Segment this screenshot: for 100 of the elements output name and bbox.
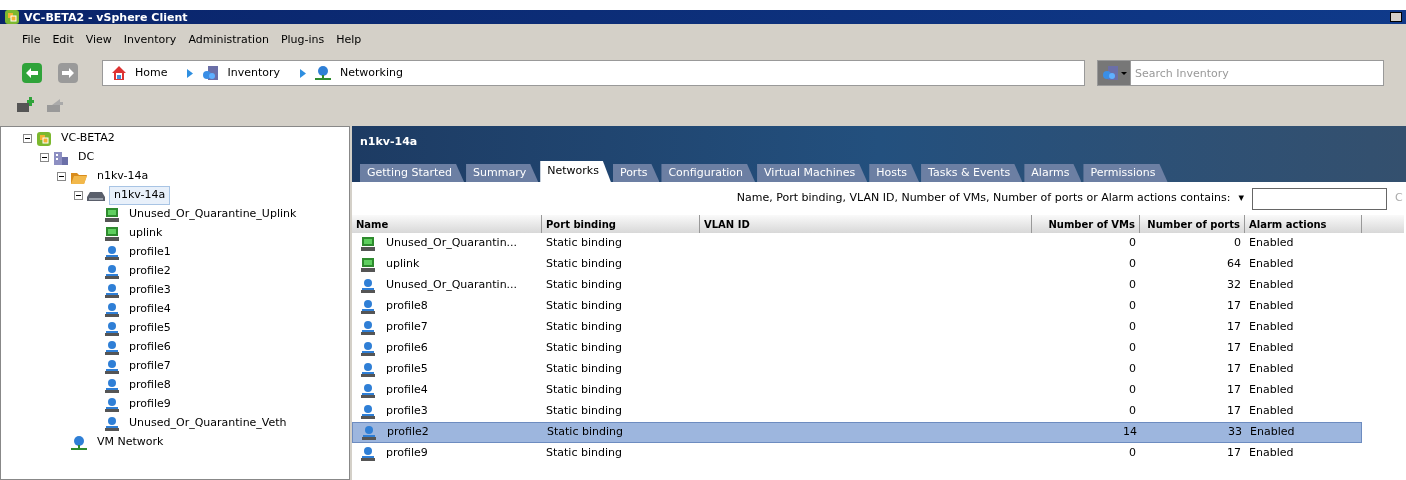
portgroup-icon (361, 424, 377, 441)
table-cell-text: Enabled (1248, 340, 1295, 357)
table-cell-text: Static binding (545, 319, 623, 336)
collapse-toggle[interactable] (74, 191, 83, 200)
tree-item[interactable]: profile6 (124, 338, 176, 357)
tab[interactable]: Networks (540, 161, 611, 182)
portgroup-icon (104, 415, 120, 432)
collapse-toggle[interactable] (40, 153, 49, 162)
filter-dropdown[interactable]: ▾ (1238, 190, 1244, 207)
table-row[interactable]: profile5 Static binding 0 17 Enabled (352, 359, 1362, 380)
collapse-toggle[interactable] (57, 172, 66, 181)
tab[interactable]: Summary (466, 164, 539, 182)
panel-title: n1kv-14a (360, 134, 419, 150)
tree-item[interactable]: profile9 (124, 395, 176, 414)
table-cell-text: 32 (1226, 277, 1242, 294)
table-row[interactable]: uplink Static binding 0 64 Enabled (352, 254, 1362, 275)
add-host-icon[interactable] (16, 97, 34, 113)
tree-item[interactable]: profile3 (124, 281, 176, 300)
menu-item[interactable]: Help (336, 31, 362, 49)
window-title: VC-BETA2 - vSphere Client (24, 11, 188, 23)
forward-button[interactable] (58, 63, 78, 83)
table-cell-text: 17 (1226, 361, 1242, 378)
menu-item[interactable]: Inventory (123, 31, 177, 49)
portgroup-icon (104, 358, 120, 375)
table-cell-text: 14 (1122, 424, 1138, 441)
menu-item[interactable]: View (85, 31, 112, 49)
tab[interactable]: Hosts (869, 164, 920, 182)
portgroup-icon (104, 320, 120, 337)
tree-item[interactable]: Unused_Or_Quarantine_Uplink (124, 205, 302, 224)
table-cell: profile4 (386, 382, 428, 399)
menu-item[interactable]: Edit (52, 31, 74, 49)
table-row[interactable]: profile6 Static binding 0 17 Enabled (352, 338, 1362, 359)
column-header[interactable]: Number of ports (1140, 215, 1245, 233)
tab[interactable]: Alarms (1024, 164, 1082, 182)
building-icon (53, 149, 69, 166)
menu-item[interactable]: Administration (188, 31, 269, 49)
table-cell-text: Static binding (545, 235, 623, 252)
breadcrumb-link[interactable]: Home (135, 64, 180, 82)
tree-item[interactable]: profile7 (124, 357, 176, 376)
tree-item[interactable]: n1kv-14a (109, 186, 171, 205)
table-row[interactable]: profile8 Static binding 0 17 Enabled (352, 296, 1362, 317)
column-header[interactable]: Name (352, 215, 542, 233)
table-cell-text: 0 (1128, 319, 1137, 336)
table-cell: profile8 (386, 298, 428, 315)
filter-field[interactable] (1252, 187, 1387, 210)
column-header[interactable]: Number of VMs (1032, 215, 1140, 233)
tab[interactable]: Getting Started (360, 164, 465, 182)
table-cell-text: Enabled (1248, 361, 1295, 378)
portgroup-icon (104, 301, 120, 318)
portgroup-icon (104, 396, 120, 413)
table-row[interactable]: profile4 Static binding 0 17 Enabled (352, 380, 1362, 401)
tree-item[interactable]: profile8 (124, 376, 176, 395)
tree-item[interactable]: n1kv-14a (92, 167, 154, 186)
tab[interactable]: Configuration (661, 164, 756, 182)
tree-item[interactable]: VM Network (92, 433, 169, 452)
breadcrumb-link[interactable]: Networking (340, 64, 415, 82)
table-cell-text: 17 (1226, 340, 1242, 357)
table-row[interactable]: profile9 Static binding 0 17 Enabled (352, 443, 1362, 464)
table-cell: profile2 (387, 424, 429, 441)
tree-item[interactable]: profile2 (124, 262, 176, 281)
table-cell-text: 64 (1226, 256, 1242, 273)
table-row[interactable]: Unused_Or_Quarantin... Static binding 0 32 Enabled (352, 275, 1362, 296)
table-cell-text: Enabled (1248, 319, 1295, 336)
table-row[interactable]: profile3 Static binding 0 17 Enabled (352, 401, 1362, 422)
tab[interactable]: Tasks & Events (921, 164, 1023, 182)
tree-item[interactable]: Unused_Or_Quarantine_Veth (124, 414, 292, 433)
maximize-icon[interactable] (1390, 12, 1402, 22)
table-cell: Unused_Or_Quarantin... (386, 235, 518, 252)
tab[interactable]: Virtual Machines (757, 164, 868, 182)
table-cell-text: Static binding (545, 403, 623, 420)
table-cell-text: 0 (1128, 340, 1137, 357)
tree-item[interactable]: VC-BETA2 (56, 129, 120, 148)
breadcrumb-link[interactable]: Inventory (227, 64, 293, 82)
table-row[interactable]: Unused_Or_Quarantin... Static binding 0 0 Enabled (352, 233, 1362, 254)
column-header[interactable]: Port binding (542, 215, 700, 233)
portgroup-icon (104, 339, 120, 356)
tab[interactable]: Permissions (1083, 164, 1168, 182)
network-icon (70, 434, 88, 451)
tree-item[interactable]: profile5 (124, 319, 176, 338)
menu-item[interactable]: File (22, 31, 41, 49)
tree-item[interactable]: uplink (124, 224, 168, 243)
tree-item[interactable]: DC (73, 148, 100, 167)
tab[interactable]: Ports (612, 164, 660, 182)
column-header[interactable]: VLAN ID (700, 215, 1032, 233)
chevron-icon (187, 68, 194, 78)
collapse-toggle[interactable] (23, 134, 32, 143)
table-cell-text: 0 (1128, 403, 1137, 420)
column-header[interactable]: Alarm actions (1245, 215, 1362, 233)
menu-item[interactable]: Plug-ins (280, 31, 325, 49)
table-row[interactable]: profile2 Static binding 14 33 Enabled (352, 422, 1362, 443)
table-cell: profile5 (386, 361, 428, 378)
search-field[interactable]: Search Inventory (1131, 60, 1384, 86)
table-cell-text: 0 (1128, 277, 1137, 294)
table-cell-text: 17 (1226, 319, 1242, 336)
table-cell-text: 0 (1128, 256, 1137, 273)
table-cell-text: Static binding (545, 256, 623, 273)
table-row[interactable]: profile7 Static binding 0 17 Enabled (352, 317, 1362, 338)
tree-item[interactable]: profile4 (124, 300, 176, 319)
tree-item[interactable]: profile1 (124, 243, 176, 262)
back-button[interactable] (22, 63, 42, 83)
